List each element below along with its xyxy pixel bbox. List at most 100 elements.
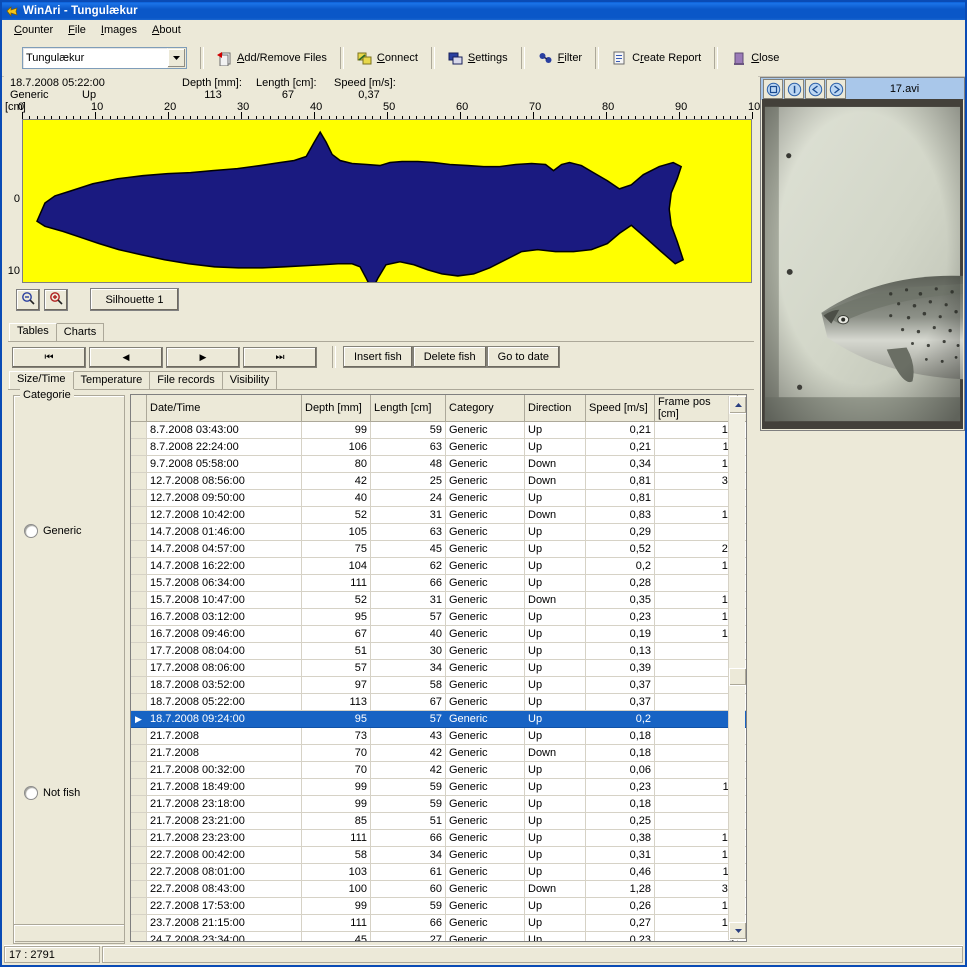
row-indicator[interactable] xyxy=(131,439,147,456)
col-category[interactable]: Category xyxy=(446,395,525,422)
cell-depth-mm[interactable]: 42 xyxy=(302,473,371,490)
cell-depth-mm[interactable]: 40 xyxy=(302,490,371,507)
row-indicator[interactable] xyxy=(131,541,147,558)
cell-length-cm[interactable]: 66 xyxy=(371,915,446,932)
cell-direction[interactable]: Up xyxy=(525,762,586,779)
cell-depth-mm[interactable]: 75 xyxy=(302,541,371,558)
cell-depth-mm[interactable]: 111 xyxy=(302,575,371,592)
cell-length-cm[interactable]: 34 xyxy=(371,660,446,677)
cell-direction[interactable]: Up xyxy=(525,864,586,881)
cell-date-time[interactable]: 21.7.2008 xyxy=(147,745,302,762)
cell-speed-m-s[interactable]: 0,28 xyxy=(586,575,655,592)
tab-charts[interactable]: Charts xyxy=(56,323,104,341)
cell-direction[interactable]: Up xyxy=(525,813,586,830)
cell-speed-m-s[interactable]: 0,19 xyxy=(586,626,655,643)
cell-frame-pos-cm[interactable]: 8 xyxy=(655,813,738,830)
cell-length-cm[interactable]: 40 xyxy=(371,626,446,643)
cell-frame-pos-cm[interactable]: 11 xyxy=(655,864,738,881)
cell-depth-mm[interactable]: 95 xyxy=(302,609,371,626)
cell-frame-pos-cm[interactable]: 17 xyxy=(655,592,738,609)
cell-length-cm[interactable]: 59 xyxy=(371,898,446,915)
cell-date-time[interactable]: 12.7.2008 08:56:00 xyxy=(147,473,302,490)
cell-length-cm[interactable]: 67 xyxy=(371,694,446,711)
row-indicator[interactable] xyxy=(131,609,147,626)
video-next-button[interactable] xyxy=(826,79,846,99)
cell-category[interactable]: Generic xyxy=(446,592,525,609)
cell-length-cm[interactable]: 58 xyxy=(371,677,446,694)
cell-length-cm[interactable]: 34 xyxy=(371,847,446,864)
cell-date-time[interactable]: 18.7.2008 09:24:00 xyxy=(147,711,302,728)
row-indicator[interactable] xyxy=(131,507,147,524)
cell-date-time[interactable]: 14.7.2008 16:22:00 xyxy=(147,558,302,575)
cell-category[interactable]: Generic xyxy=(446,507,525,524)
cell-date-time[interactable]: 16.7.2008 09:46:00 xyxy=(147,626,302,643)
cell-speed-m-s[interactable]: 0,23 xyxy=(586,932,655,943)
table-row[interactable]: 21.7.20087343GenericUp0,1891 xyxy=(131,728,747,745)
cell-date-time[interactable]: 14.7.2008 04:57:00 xyxy=(147,541,302,558)
cell-category[interactable]: Generic xyxy=(446,847,525,864)
cell-category[interactable]: Generic xyxy=(446,779,525,796)
nav-prev-button[interactable]: ◀ xyxy=(89,347,163,368)
cell-speed-m-s[interactable]: 1,28 xyxy=(586,881,655,898)
cell-depth-mm[interactable]: 99 xyxy=(302,898,371,915)
cell-direction[interactable]: Up xyxy=(525,524,586,541)
cell-speed-m-s[interactable]: 0,06 xyxy=(586,762,655,779)
cell-depth-mm[interactable]: 106 xyxy=(302,439,371,456)
cell-direction[interactable]: Down xyxy=(525,592,586,609)
cell-frame-pos-cm[interactable]: 6 xyxy=(655,490,738,507)
cell-direction[interactable]: Down xyxy=(525,507,586,524)
menu-about[interactable]: About xyxy=(146,22,190,38)
tab-temperature[interactable]: Temperature xyxy=(73,371,151,389)
row-indicator[interactable] xyxy=(131,779,147,796)
cell-length-cm[interactable]: 48 xyxy=(371,456,446,473)
cell-length-cm[interactable]: 63 xyxy=(371,439,446,456)
cell-length-cm[interactable]: 25 xyxy=(371,473,446,490)
table-row[interactable]: 21.7.2008 00:32:007042GenericUp0,0671 xyxy=(131,762,747,779)
add-remove-files-button[interactable]: Add/Remove Files xyxy=(209,45,335,71)
cell-direction[interactable]: Up xyxy=(525,932,586,943)
cell-speed-m-s[interactable]: 0,21 xyxy=(586,439,655,456)
nav-next-button[interactable]: ▶ xyxy=(166,347,240,368)
cell-category[interactable]: Generic xyxy=(446,473,525,490)
table-row[interactable]: 8.7.2008 22:24:0010663GenericUp0,21111 xyxy=(131,439,747,456)
cell-frame-pos-cm[interactable]: 21 xyxy=(655,541,738,558)
cell-speed-m-s[interactable]: 0,37 xyxy=(586,677,655,694)
cell-date-time[interactable]: 21.7.2008 23:23:00 xyxy=(147,830,302,847)
cell-direction[interactable]: Down xyxy=(525,473,586,490)
cell-depth-mm[interactable]: 45 xyxy=(302,932,371,943)
row-indicator[interactable] xyxy=(131,728,147,745)
cell-length-cm[interactable]: 63 xyxy=(371,524,446,541)
cell-speed-m-s[interactable]: 0,29 xyxy=(586,524,655,541)
cell-date-time[interactable]: 8.7.2008 22:24:00 xyxy=(147,439,302,456)
cell-frame-pos-cm[interactable]: 9 xyxy=(655,728,738,745)
table-row[interactable]: 22.7.2008 00:42:005834GenericUp0,31101 xyxy=(131,847,747,864)
row-indicator[interactable] xyxy=(131,694,147,711)
cell-length-cm[interactable]: 31 xyxy=(371,507,446,524)
cell-date-time[interactable]: 12.7.2008 09:50:00 xyxy=(147,490,302,507)
cell-speed-m-s[interactable]: 0,25 xyxy=(586,813,655,830)
cell-depth-mm[interactable]: 80 xyxy=(302,456,371,473)
cell-date-time[interactable]: 21.7.2008 23:21:00 xyxy=(147,813,302,830)
video-play-button[interactable] xyxy=(763,79,783,99)
row-indicator[interactable] xyxy=(131,524,147,541)
cell-depth-mm[interactable]: 103 xyxy=(302,864,371,881)
cell-frame-pos-cm[interactable]: 7 xyxy=(655,660,738,677)
cell-frame-pos-cm[interactable]: 19 xyxy=(655,456,738,473)
row-indicator[interactable] xyxy=(131,915,147,932)
cell-date-time[interactable]: 15.7.2008 10:47:00 xyxy=(147,592,302,609)
cell-category[interactable]: Generic xyxy=(446,439,525,456)
cell-direction[interactable]: Down xyxy=(525,881,586,898)
silhouette-canvas[interactable] xyxy=(22,119,752,283)
col-direction[interactable]: Direction xyxy=(525,395,586,422)
cell-speed-m-s[interactable]: 0,39 xyxy=(586,660,655,677)
row-indicator[interactable] xyxy=(131,558,147,575)
cell-speed-m-s[interactable]: 0,52 xyxy=(586,541,655,558)
cell-frame-pos-cm[interactable]: 30 xyxy=(655,881,738,898)
cell-direction[interactable]: Up xyxy=(525,490,586,507)
cell-frame-pos-cm[interactable]: 8 xyxy=(655,711,738,728)
cell-direction[interactable]: Up xyxy=(525,660,586,677)
table-row[interactable]: 14.7.2008 16:22:0010462GenericUp0,2101 xyxy=(131,558,747,575)
cell-category[interactable]: Generic xyxy=(446,711,525,728)
cell-depth-mm[interactable]: 99 xyxy=(302,779,371,796)
table-row[interactable]: 15.7.2008 10:47:005231GenericDown0,35171 xyxy=(131,592,747,609)
